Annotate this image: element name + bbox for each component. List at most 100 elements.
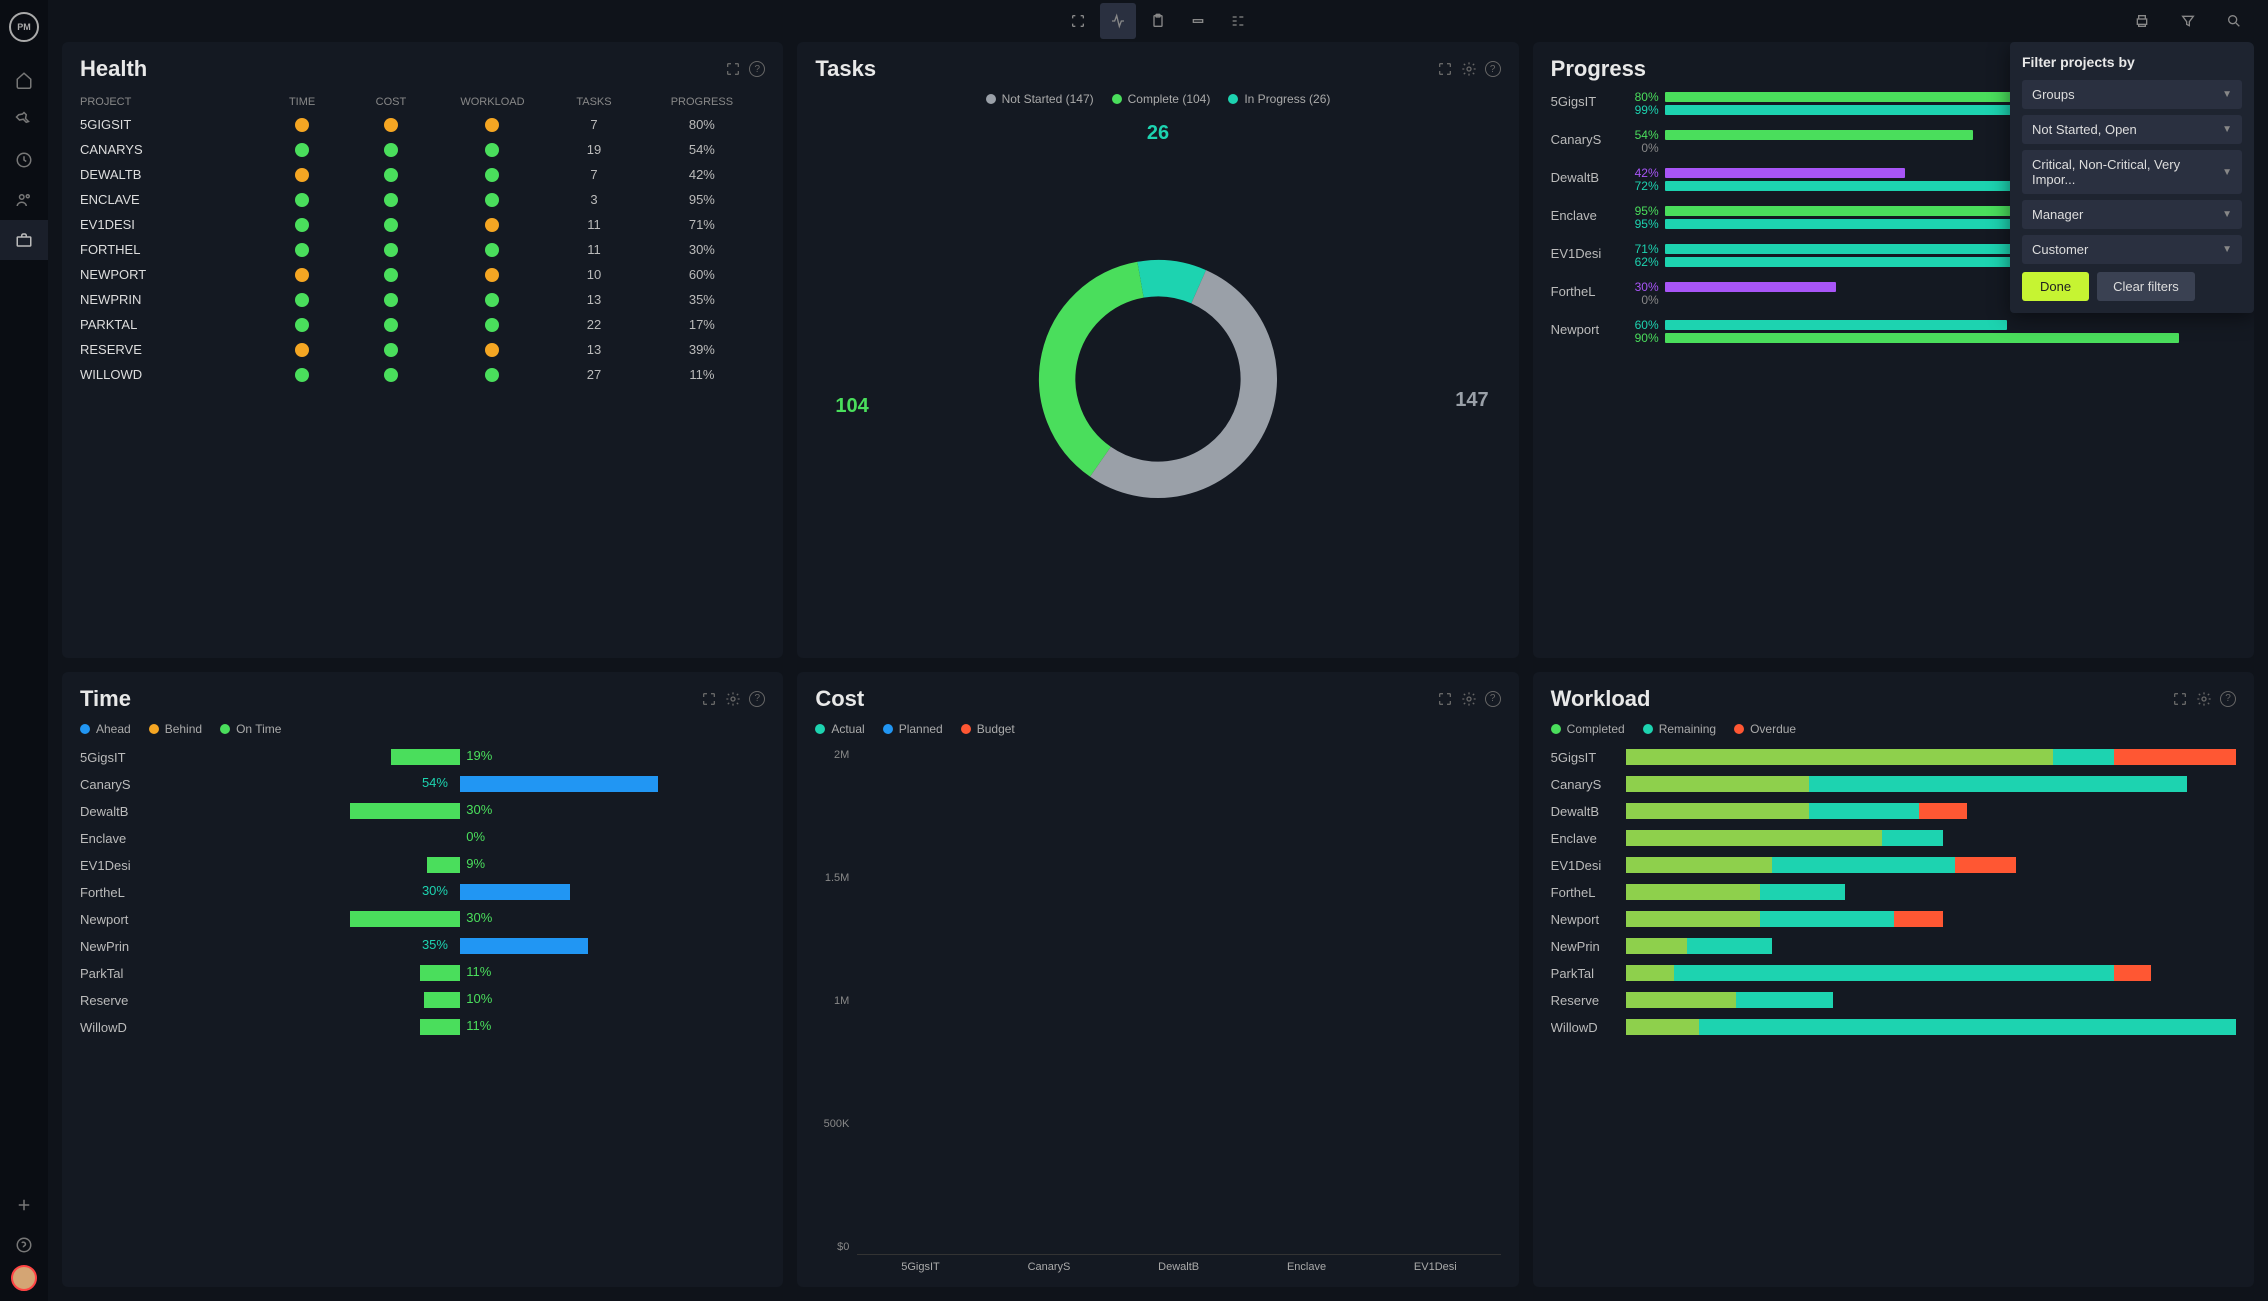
expand-icon[interactable]	[1437, 691, 1453, 707]
health-row[interactable]: DEWALTB742%	[80, 162, 765, 187]
print-icon[interactable]	[2124, 3, 2160, 39]
workload-row: 5GigsIT	[1551, 744, 2236, 771]
briefcase-icon[interactable]	[0, 220, 48, 260]
done-button[interactable]: Done	[2022, 272, 2089, 301]
health-row[interactable]: 5GIGSIT780%	[80, 112, 765, 137]
tasks-donut-chart: 26 147 104	[815, 114, 1500, 644]
panel-title: Workload	[1551, 686, 2172, 712]
workload-row: Newport	[1551, 906, 2236, 933]
view-activity-icon[interactable]	[1100, 3, 1136, 39]
legend-item: Ahead	[80, 722, 131, 736]
workload-row: Enclave	[1551, 825, 2236, 852]
workload-panel: Workload ? Completed Remaining Overdue 5Gi…	[1533, 672, 2254, 1288]
gear-icon[interactable]	[725, 691, 741, 707]
app-logo: PM	[9, 12, 39, 42]
filter-select[interactable]: Groups▼	[2022, 80, 2242, 109]
expand-icon[interactable]	[701, 691, 717, 707]
health-row[interactable]: EV1DESI1171%	[80, 212, 765, 237]
legend-item: Behind	[149, 722, 202, 736]
time-row: WillowD11%	[80, 1014, 765, 1041]
legend-item: Completed	[1551, 722, 1625, 736]
help-icon[interactable]: ?	[2220, 691, 2236, 707]
help-icon[interactable]: ?	[1485, 61, 1501, 77]
health-row[interactable]: CANARYS1954%	[80, 137, 765, 162]
gear-icon[interactable]	[2196, 691, 2212, 707]
time-row: Reserve10%	[80, 987, 765, 1014]
help-icon[interactable]	[0, 1225, 48, 1265]
time-row: FortheL30%	[80, 879, 765, 906]
time-row: NewPrin35%	[80, 933, 765, 960]
workload-row: ParkTal	[1551, 960, 2236, 987]
legend-item: On Time	[220, 722, 281, 736]
panel-title: Tasks	[815, 56, 1436, 82]
help-icon[interactable]: ?	[1485, 691, 1501, 707]
legend-item: Planned	[883, 722, 943, 736]
view-minus-icon[interactable]	[1180, 3, 1216, 39]
clear-filters-button[interactable]: Clear filters	[2097, 272, 2195, 301]
cost-panel: Cost ? ActualPlannedBudget 2M1.5M1M500K$…	[797, 672, 1518, 1288]
home-icon[interactable]	[0, 60, 48, 100]
filter-popover: Filter projects by Groups▼ Not Started, O…	[2010, 42, 2254, 313]
plus-icon[interactable]	[0, 1185, 48, 1225]
health-row[interactable]: NEWPORT1060%	[80, 262, 765, 287]
tasks-panel: Tasks ? Not Started (147) Complete (104) I…	[797, 42, 1518, 658]
view-clipboard-icon[interactable]	[1140, 3, 1176, 39]
time-row: Enclave0%	[80, 825, 765, 852]
view-flow-icon[interactable]	[1220, 3, 1256, 39]
view-scan-icon[interactable]	[1060, 3, 1096, 39]
health-row[interactable]: PARKTAL2217%	[80, 312, 765, 337]
health-row[interactable]: FORTHEL1130%	[80, 237, 765, 262]
time-row: ParkTal11%	[80, 960, 765, 987]
workload-row: WillowD	[1551, 1014, 2236, 1041]
panel-title: Health	[80, 56, 725, 82]
search-icon[interactable]	[2216, 3, 2252, 39]
pin-icon[interactable]	[0, 100, 48, 140]
expand-icon[interactable]	[2172, 691, 2188, 707]
legend-item: Not Started (147)	[986, 92, 1094, 106]
legend-item: In Progress (26)	[1228, 92, 1330, 106]
expand-icon[interactable]	[725, 61, 741, 77]
expand-icon[interactable]	[1437, 61, 1453, 77]
workload-row: FortheL	[1551, 879, 2236, 906]
health-row[interactable]: ENCLAVE395%	[80, 187, 765, 212]
legend-item: Budget	[961, 722, 1015, 736]
health-panel: Health ? PROJECTTIMECOSTWORKLOADTASKSPRO…	[62, 42, 783, 658]
time-row: CanaryS54%	[80, 771, 765, 798]
filter-select[interactable]: Not Started, Open▼	[2022, 115, 2242, 144]
progress-row: Newport60%90%	[1551, 320, 2236, 346]
gear-icon[interactable]	[1461, 691, 1477, 707]
gear-icon[interactable]	[1461, 61, 1477, 77]
filter-select[interactable]: Critical, Non-Critical, Very Impor...▼	[2022, 150, 2242, 194]
legend-item: Remaining	[1643, 722, 1716, 736]
help-icon[interactable]: ?	[749, 691, 765, 707]
user-avatar[interactable]	[11, 1265, 37, 1291]
health-row[interactable]: NEWPRIN1335%	[80, 287, 765, 312]
filter-select[interactable]: Manager▼	[2022, 200, 2242, 229]
clock-icon[interactable]	[0, 140, 48, 180]
workload-row: Reserve	[1551, 987, 2236, 1014]
workload-row: DewaltB	[1551, 798, 2236, 825]
workload-row: NewPrin	[1551, 933, 2236, 960]
topbar	[48, 0, 2268, 42]
legend-item: Actual	[815, 722, 864, 736]
time-row: EV1Desi9%	[80, 852, 765, 879]
help-icon[interactable]: ?	[749, 61, 765, 77]
health-row[interactable]: WILLOWD2711%	[80, 362, 765, 387]
panel-title: Cost	[815, 686, 1436, 712]
sidebar: PM	[0, 0, 48, 1301]
filter-icon[interactable]	[2170, 3, 2206, 39]
health-row[interactable]: RESERVE1339%	[80, 337, 765, 362]
filter-title: Filter projects by	[2022, 54, 2242, 70]
time-row: Newport30%	[80, 906, 765, 933]
filter-select[interactable]: Customer▼	[2022, 235, 2242, 264]
workload-row: CanaryS	[1551, 771, 2236, 798]
legend-item: Complete (104)	[1112, 92, 1211, 106]
legend-item: Overdue	[1734, 722, 1796, 736]
time-row: DewaltB30%	[80, 798, 765, 825]
panel-title: Time	[80, 686, 701, 712]
workload-row: EV1Desi	[1551, 852, 2236, 879]
time-row: 5GigsIT19%	[80, 744, 765, 771]
progress-panel: Progress 5GigsIT80%99%CanaryS54%0%Dewalt…	[1533, 42, 2254, 658]
people-icon[interactable]	[0, 180, 48, 220]
time-panel: Time ? Ahead Behind On Time 5GigsIT19%Cana…	[62, 672, 783, 1288]
